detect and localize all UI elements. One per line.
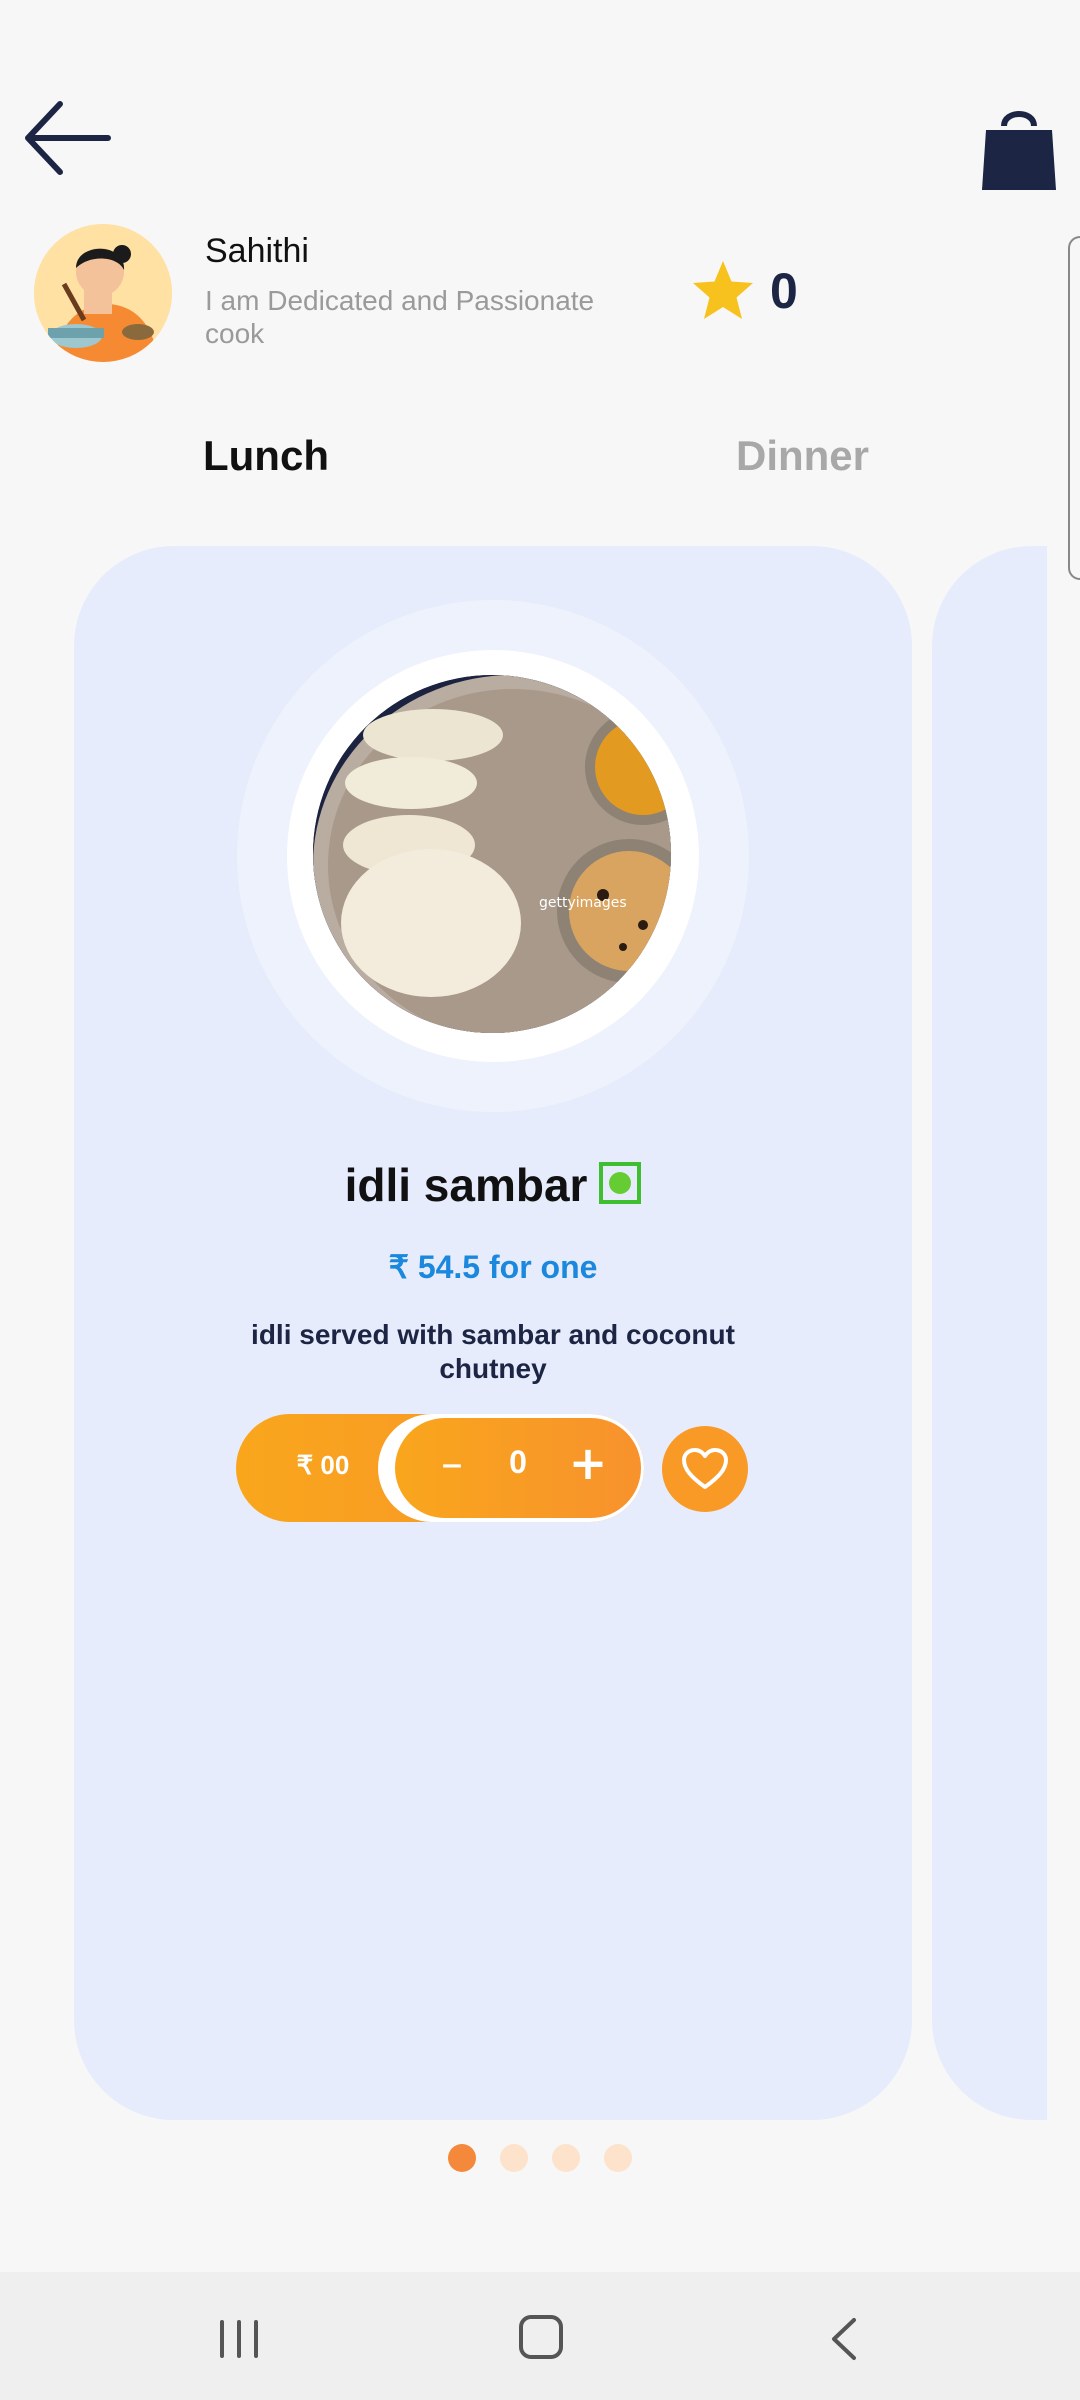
increase-quantity-button[interactable]: + (556, 1432, 620, 1496)
carousel-dot[interactable] (500, 2144, 528, 2172)
rating-value: 0 (770, 263, 798, 319)
veg-mark-icon (599, 1161, 642, 1204)
home-icon[interactable] (516, 2312, 566, 2362)
shopping-bag-icon (982, 111, 1056, 190)
quantity-value: 0 (509, 1444, 527, 1480)
cook-avatar[interactable] (34, 224, 172, 362)
cart-button[interactable] (976, 100, 1062, 196)
chef-menu-screen: Sahithi I am Dedicated and Passionate co… (0, 0, 1080, 2400)
decrease-quantity-button[interactable]: – (420, 1432, 484, 1496)
dish-name: idli sambar (344, 1159, 588, 1211)
tab-dinner[interactable]: Dinner (736, 432, 869, 480)
cart-total-price: ₹ 00 (296, 1450, 350, 1480)
favorite-button[interactable] (662, 1426, 748, 1512)
next-dish-card[interactable] (932, 546, 1047, 2120)
arrow-left-icon (25, 101, 111, 175)
carousel-dot[interactable] (604, 2144, 632, 2172)
recent-apps-icon[interactable] (214, 2316, 264, 2362)
star-icon (693, 261, 753, 319)
carousel-dot[interactable] (552, 2144, 580, 2172)
tab-lunch[interactable]: Lunch (203, 432, 329, 480)
system-back-icon[interactable] (820, 2314, 870, 2364)
carousel-indicator (0, 2144, 1080, 2174)
dish-description: idli served with sambar and coconut chut… (251, 1319, 735, 1384)
carousel-dot[interactable] (448, 2144, 476, 2172)
dish-price: ₹ 54.5 for one (388, 1249, 598, 1285)
cook-name: Sahithi (205, 232, 309, 270)
scroll-edge (1068, 236, 1080, 580)
back-button[interactable] (20, 96, 116, 180)
photo-watermark: gettyimages (539, 895, 627, 911)
dish-photo: gettyimages (313, 675, 671, 1033)
cook-bio: I am Dedicated and Passionate cook (205, 285, 595, 349)
heart-icon (682, 1448, 728, 1489)
dish-title: idli sambar (0, 1158, 986, 1212)
